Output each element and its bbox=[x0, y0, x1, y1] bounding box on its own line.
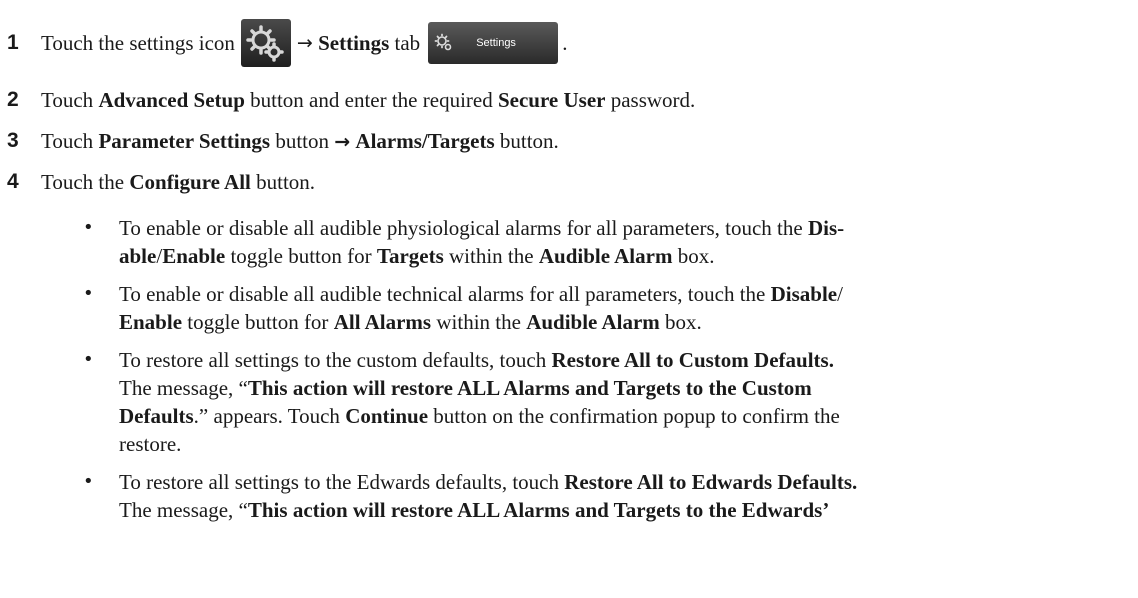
tab-word: tab bbox=[394, 31, 421, 55]
arrow-icon: → bbox=[296, 32, 313, 54]
text-run: To restore all settings to the custom de… bbox=[119, 348, 552, 372]
bullet-line: The message, “This action will restore A… bbox=[119, 374, 1123, 402]
text-run: button on the confirmation popup to conf… bbox=[428, 404, 840, 428]
arrow-icon: → bbox=[334, 130, 351, 153]
bullet-line: To enable or disable all audible physiol… bbox=[119, 214, 1123, 242]
step-3: 3 Touch Parameter Settings button → Alar… bbox=[0, 127, 1138, 155]
text-run: To restore all settings to the Edwards d… bbox=[119, 470, 565, 494]
step-1-period: . bbox=[562, 31, 568, 55]
bold-term: This action will restore ALL Alarms and … bbox=[247, 498, 830, 522]
secure-user-term: Secure User bbox=[497, 88, 606, 112]
bold-term: Audible Alarm bbox=[538, 244, 673, 268]
bold-term: Enable bbox=[162, 244, 226, 268]
bullet-item-all-alarms: • To enable or disable all audible techn… bbox=[83, 280, 1123, 336]
text-run: Touch the bbox=[41, 170, 130, 194]
bullet-dot: • bbox=[83, 471, 94, 492]
alarms-targets-term: Alarms/Targets bbox=[355, 128, 495, 153]
bullet-item-edwards-defaults: • To restore all settings to the Edwards… bbox=[83, 468, 1123, 524]
text-run: box. bbox=[659, 310, 702, 334]
text-run: The message, “ bbox=[119, 498, 248, 522]
settings-icon-button[interactable] bbox=[240, 19, 291, 67]
settings-tab-label: Settings bbox=[476, 37, 516, 49]
step-4: 4 Touch the Configure All button. bbox=[0, 168, 1138, 196]
bold-term: Dis- bbox=[807, 216, 845, 240]
text-run: button. bbox=[494, 128, 559, 153]
configure-all-term: Configure All bbox=[129, 170, 251, 194]
settings-tab-name: Settings bbox=[318, 31, 390, 55]
text-run: button and enter the required bbox=[244, 88, 498, 112]
bold-term: Restore All to Custom Defaults. bbox=[551, 348, 834, 372]
gear-icon bbox=[434, 33, 452, 51]
text-run: toggle button for bbox=[225, 244, 377, 268]
step-text: Touch the settings icon → Settings tab S… bbox=[41, 19, 567, 67]
bullet-line: The message, “This action will restore A… bbox=[119, 496, 1123, 524]
bold-term: Restore All to Edwards Defaults. bbox=[564, 470, 858, 494]
bullet-dot: • bbox=[83, 283, 94, 304]
bullet-line: To restore all settings to the Edwards d… bbox=[119, 468, 1123, 496]
step-text: Touch Parameter Settings button → Alarms… bbox=[41, 127, 559, 156]
text-run: within the bbox=[431, 310, 527, 334]
bullet-line: To enable or disable all audible technic… bbox=[119, 280, 1123, 308]
advanced-setup-term: Advanced Setup bbox=[98, 88, 245, 112]
text-run: The message, “ bbox=[119, 376, 248, 400]
text-run: restore. bbox=[119, 432, 182, 456]
text-run: box. bbox=[672, 244, 715, 268]
text-run: button bbox=[270, 128, 335, 153]
text-run: .” appears. Touch bbox=[193, 404, 346, 428]
step-text: Touch the Configure All button. bbox=[41, 168, 315, 196]
step-1: 1 Touch the settings icon → Settings tab… bbox=[0, 18, 1138, 68]
text-run: Touch bbox=[41, 128, 99, 153]
text-run: toggle button for bbox=[182, 310, 334, 334]
bold-term: Targets bbox=[376, 244, 444, 268]
parameter-settings-term: Parameter Settings bbox=[98, 128, 271, 153]
bold-term: This action will restore ALL Alarms and … bbox=[247, 376, 812, 400]
bullet-line: Defaults.” appears. Touch Continue butto… bbox=[119, 402, 1123, 430]
bold-term: Audible Alarm bbox=[526, 310, 660, 334]
bold-term: All Alarms bbox=[333, 310, 432, 334]
gear-icon bbox=[246, 25, 284, 62]
step-number: 4 bbox=[7, 170, 19, 193]
bold-term: Continue bbox=[345, 404, 429, 428]
bold-term: Disable bbox=[770, 282, 838, 306]
step-number: 2 bbox=[7, 88, 19, 111]
step-2: 2 Touch Advanced Setup button and enter … bbox=[0, 86, 1138, 114]
bullet-item-targets: • To enable or disable all audible physi… bbox=[83, 214, 1123, 270]
bullet-line: able/Enable toggle button for Targets wi… bbox=[119, 242, 1123, 270]
step-1-intro: Touch the settings icon bbox=[41, 31, 235, 55]
text-run: / bbox=[837, 282, 843, 306]
bold-term: Enable bbox=[119, 310, 183, 334]
settings-tab-button[interactable]: Settings bbox=[428, 22, 559, 64]
bullet-item-custom-defaults: • To restore all settings to the custom … bbox=[83, 346, 1123, 458]
text-run: password. bbox=[605, 88, 696, 112]
bold-term: able bbox=[119, 244, 157, 268]
bullet-line: restore. bbox=[119, 430, 1123, 458]
bullet-line: To restore all settings to the custom de… bbox=[119, 346, 1123, 374]
bullet-list: • To enable or disable all audible physi… bbox=[83, 214, 1123, 534]
bullet-line: Enable toggle button for All Alarms with… bbox=[119, 308, 1123, 336]
step-number: 1 bbox=[7, 31, 19, 54]
step-number: 3 bbox=[7, 129, 19, 152]
step-text: Touch Advanced Setup button and enter th… bbox=[41, 86, 695, 114]
bullet-dot: • bbox=[83, 217, 94, 238]
text-run: Touch bbox=[41, 88, 99, 112]
bullet-dot: • bbox=[83, 349, 94, 370]
bold-term: Defaults bbox=[119, 404, 194, 428]
text-run: button. bbox=[250, 170, 316, 194]
text-run: To enable or disable all audible physiol… bbox=[119, 216, 808, 240]
text-run: To enable or disable all audible technic… bbox=[119, 282, 771, 306]
text-run: within the bbox=[443, 244, 539, 268]
